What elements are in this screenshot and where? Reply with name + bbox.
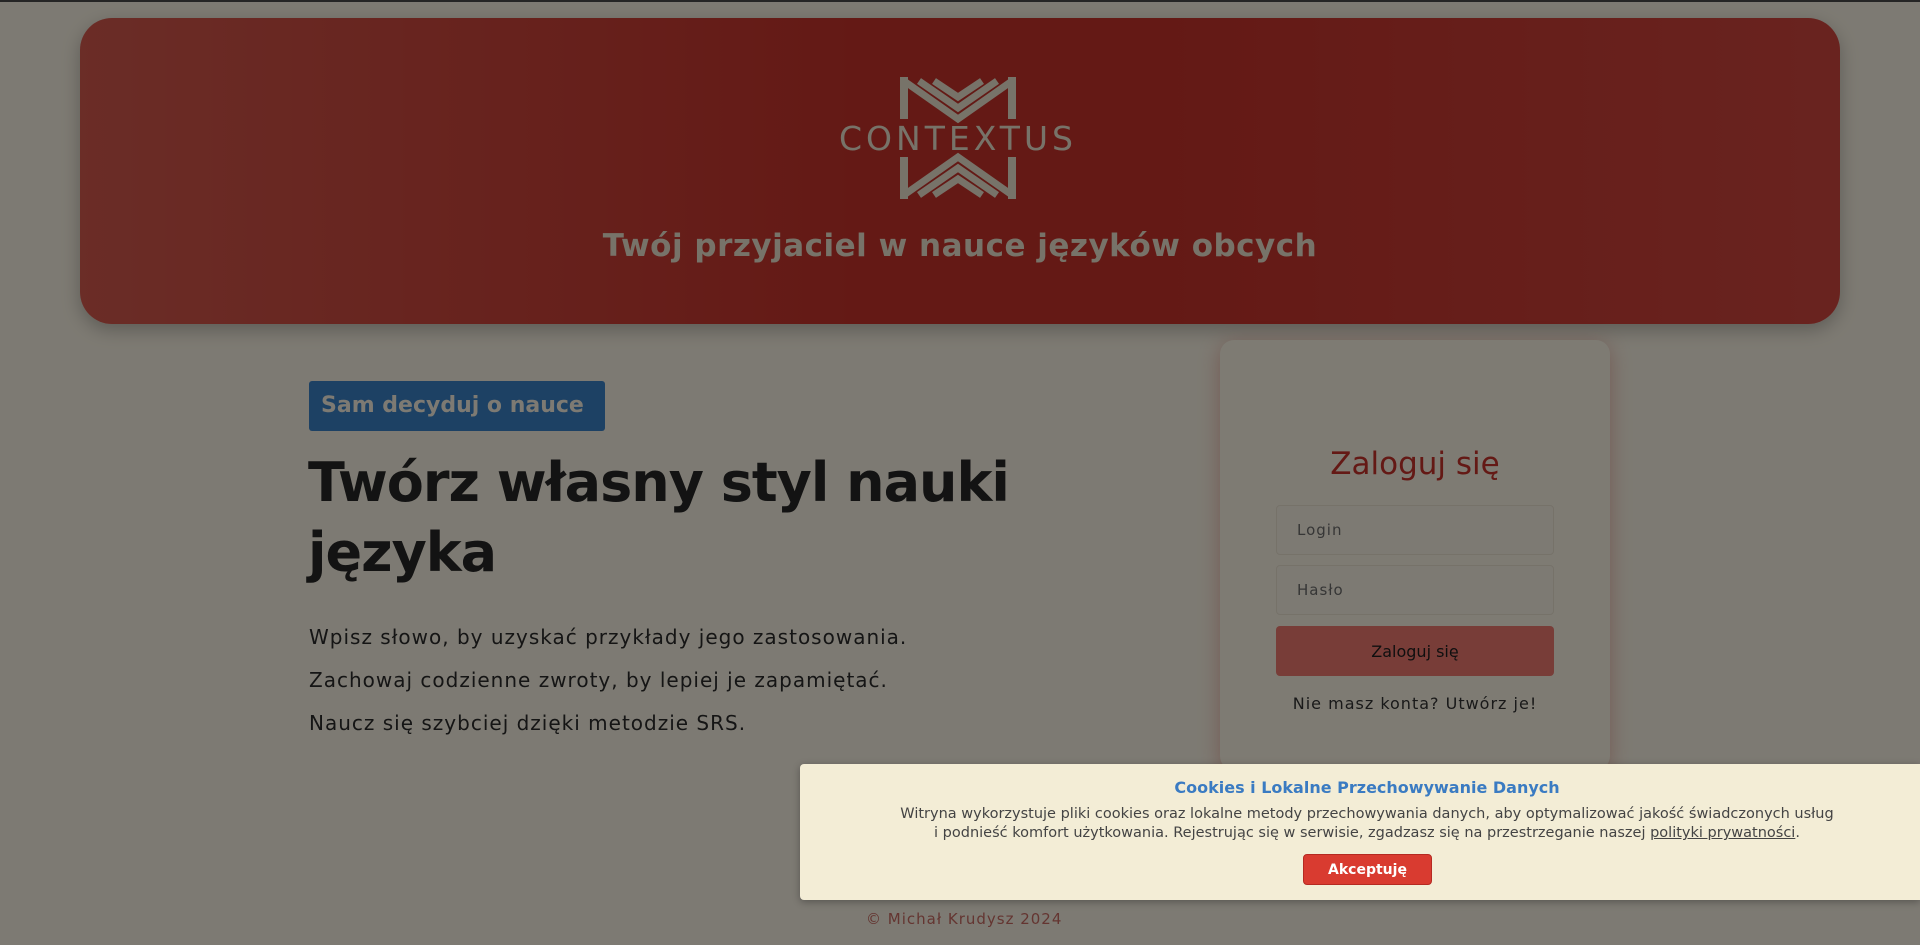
privacy-policy-link[interactable]: polityki prywatności: [1650, 825, 1795, 841]
cookie-text: Witryna wykorzystuje pliki cookies oraz …: [900, 805, 1834, 843]
cookie-title: Cookies i Lokalne Przechowywanie Danych: [1174, 778, 1560, 797]
accept-cookies-button[interactable]: Akceptuję: [1303, 854, 1432, 885]
cookie-banner: Cookies i Lokalne Przechowywanie Danych …: [800, 764, 1920, 900]
cookie-text-end: .: [1795, 825, 1800, 841]
